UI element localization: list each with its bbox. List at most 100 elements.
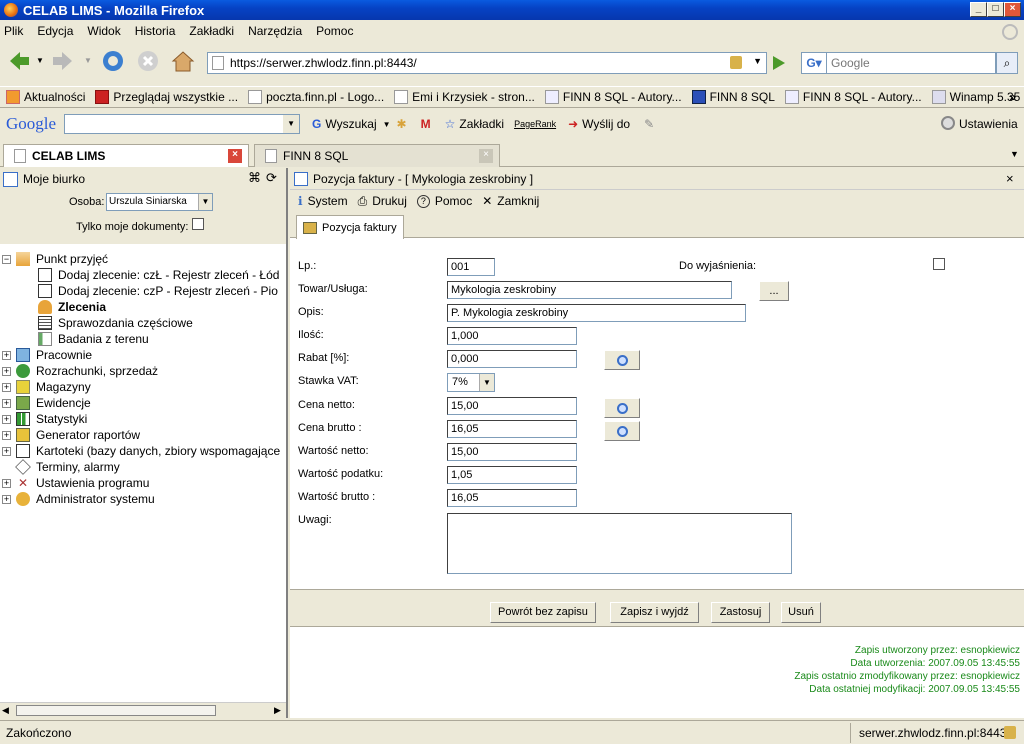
search-input[interactable]: Google — [826, 52, 996, 74]
opis-input[interactable] — [447, 304, 746, 322]
url-bar[interactable]: https://serwer.zhwlodz.finn.pl:8443/ ▼ — [207, 52, 767, 74]
vat-dropdown-icon[interactable]: ▼ — [479, 374, 494, 391]
expand-node-icon[interactable]: + — [2, 446, 11, 456]
ilosc-input[interactable] — [447, 327, 577, 345]
menu-historia[interactable]: Historia — [135, 24, 176, 38]
forward-icon[interactable] — [50, 48, 76, 74]
settings-button[interactable]: Ustawienia — [959, 117, 1018, 131]
puzzle-icon[interactable]: ✱ — [397, 117, 407, 131]
refresh-panel-icon[interactable]: ⟳ — [266, 170, 277, 186]
tab-pozycja-faktury[interactable]: Pozycja faktury — [296, 215, 404, 239]
close-button[interactable]: Zamknij — [497, 194, 539, 208]
menu-widok[interactable]: Widok — [87, 24, 120, 38]
google-search-input[interactable]: ▼ — [64, 114, 301, 134]
scroll-left-icon[interactable]: ◀ — [2, 705, 9, 716]
tab-celab-lims[interactable]: CELAB LIMS × — [3, 144, 249, 167]
vat-select[interactable]: 7% ▼ — [447, 373, 495, 392]
tree-item-kartoteki[interactable]: + Kartoteki (bazy danych, zbiory wspomaga… — [2, 444, 280, 458]
tree-item-pracownie[interactable]: + Pracownie — [2, 348, 92, 362]
expand-node-icon[interactable]: + — [2, 398, 11, 408]
expand-node-icon[interactable]: + — [2, 414, 11, 424]
back-dropdown-icon[interactable]: ▼ — [36, 56, 44, 65]
menu-pomoc[interactable]: Pomoc — [316, 24, 353, 38]
system-button[interactable]: System — [308, 194, 348, 208]
tree-item-zlecenia[interactable]: Zlecenia — [38, 300, 106, 314]
do-wyjasnienia-checkbox[interactable] — [933, 258, 945, 270]
only-mine-checkbox[interactable] — [192, 218, 204, 230]
bookmark-item[interactable]: FINN 8 SQL - Autory... — [544, 90, 682, 104]
forward-dropdown-icon[interactable]: ▼ — [84, 56, 92, 65]
google-dropdown-icon[interactable]: ▼ — [283, 115, 300, 133]
uwagi-textarea[interactable] — [447, 513, 792, 574]
print-button[interactable]: Drukuj — [372, 194, 407, 208]
send-to-button[interactable]: Wyślij do — [582, 117, 630, 131]
bookmark-item[interactable]: Przeglądaj wszystkie ... — [95, 90, 238, 104]
help-button[interactable]: Pomoc — [435, 194, 472, 208]
lp-input[interactable] — [447, 258, 495, 276]
bookmark-item[interactable]: Aktualności — [6, 90, 85, 104]
url-dropdown-icon[interactable]: ▼ — [753, 56, 762, 66]
apply-button[interactable]: Zastosuj — [711, 602, 770, 623]
google-search-button[interactable]: Wyszukaj — [325, 117, 376, 131]
osoba-dropdown-icon[interactable]: ▼ — [198, 194, 212, 210]
gmail-icon[interactable]: M — [421, 117, 431, 131]
tree-item-dodaj-zlecenie-czl[interactable]: Dodaj zlecenie: czŁ - Rejestr zleceń - Ł… — [38, 268, 279, 282]
scroll-right-icon[interactable]: ▶ — [274, 705, 281, 716]
bookmark-item[interactable]: Emi i Krzysiek - stron... — [394, 90, 535, 104]
home-icon[interactable] — [170, 48, 196, 74]
tree-item-dodaj-zlecenie-czp[interactable]: Dodaj zlecenie: czP - Rejestr zleceń - P… — [38, 284, 278, 298]
tree-item-administrator[interactable]: + Administrator systemu — [2, 492, 155, 506]
tree-item-sprawozdania[interactable]: Sprawozdania częściowe — [38, 316, 193, 330]
wartosc-brutto-input[interactable] — [447, 489, 577, 507]
tree-item-ustawienia[interactable]: + ✕ Ustawienia programu — [2, 476, 149, 490]
search-dropdown-icon[interactable]: ▼ — [383, 120, 391, 129]
close-tab-icon[interactable]: × — [479, 149, 493, 163]
google-bookmarks-button[interactable]: Zakładki — [459, 117, 504, 131]
expand-node-icon[interactable]: + — [2, 366, 11, 376]
bookmark-item[interactable]: FINN 8 SQL - Autory... — [784, 90, 922, 104]
cena-brutto-calc-button[interactable] — [604, 421, 640, 441]
reload-icon[interactable] — [100, 48, 126, 74]
back-without-saving-button[interactable]: Powrót bez zapisu — [490, 602, 596, 623]
tree-item-punkt-przyjec[interactable]: − Punkt przyjęć — [2, 252, 108, 266]
tab-finn-8-sql[interactable]: FINN 8 SQL × — [254, 144, 500, 167]
scroll-thumb[interactable] — [16, 705, 216, 716]
rabat-input[interactable] — [447, 350, 577, 368]
close-window-button[interactable]: × — [1004, 2, 1021, 17]
tree-item-badania-z-terenu[interactable]: Badania z terenu — [38, 332, 149, 346]
wartosc-netto-input[interactable] — [447, 443, 577, 461]
tree-item-ewidencje[interactable]: + Ewidencje — [2, 396, 91, 410]
expand-node-icon[interactable]: + — [2, 478, 11, 488]
cena-netto-input[interactable] — [447, 397, 577, 415]
tree-item-magazyny[interactable]: + Magazyny — [2, 380, 91, 394]
expand-node-icon[interactable]: + — [2, 430, 11, 440]
menu-edycja[interactable]: Edycja — [37, 24, 73, 38]
search-go-icon[interactable]: ⌕ — [996, 52, 1018, 74]
go-icon[interactable] — [770, 54, 788, 72]
save-and-exit-button[interactable]: Zapisz i wyjdź — [610, 602, 699, 623]
minimize-button[interactable]: _ — [970, 2, 987, 17]
star-icon[interactable]: ☆ — [445, 117, 456, 131]
tree-item-statystyki[interactable]: + Statystyki — [2, 412, 87, 426]
towar-lookup-button[interactable]: ... — [759, 281, 789, 301]
menu-narzedzia[interactable]: Narzędzia — [248, 24, 302, 38]
tree-item-terminy[interactable]: Terminy, alarmy — [15, 459, 120, 475]
cena-brutto-input[interactable] — [447, 420, 577, 438]
expand-node-icon[interactable]: + — [2, 350, 11, 360]
collapse-node-icon[interactable]: − — [2, 254, 11, 264]
expand-node-icon[interactable]: + — [2, 494, 11, 504]
wartosc-podatku-input[interactable] — [447, 466, 577, 484]
osoba-select[interactable]: Urszula Siniarska ▼ — [106, 193, 213, 211]
towar-input[interactable] — [447, 281, 732, 299]
menu-plik[interactable]: Plik — [4, 24, 23, 38]
tree-item-generator-raportow[interactable]: + Generator raportów — [2, 428, 140, 442]
bookmarks-overflow-icon[interactable]: » — [1009, 90, 1016, 104]
bookmark-item[interactable]: FINN 8 SQL — [691, 90, 775, 104]
back-icon[interactable] — [6, 48, 32, 74]
menu-zakladki[interactable]: Zakładki — [189, 24, 234, 38]
rabat-calc-button[interactable] — [604, 350, 640, 370]
cena-netto-calc-button[interactable] — [604, 398, 640, 418]
close-tab-icon[interactable]: × — [228, 149, 242, 163]
close-form-icon[interactable]: × — [1006, 171, 1014, 186]
expand-node-icon[interactable]: + — [2, 382, 11, 392]
